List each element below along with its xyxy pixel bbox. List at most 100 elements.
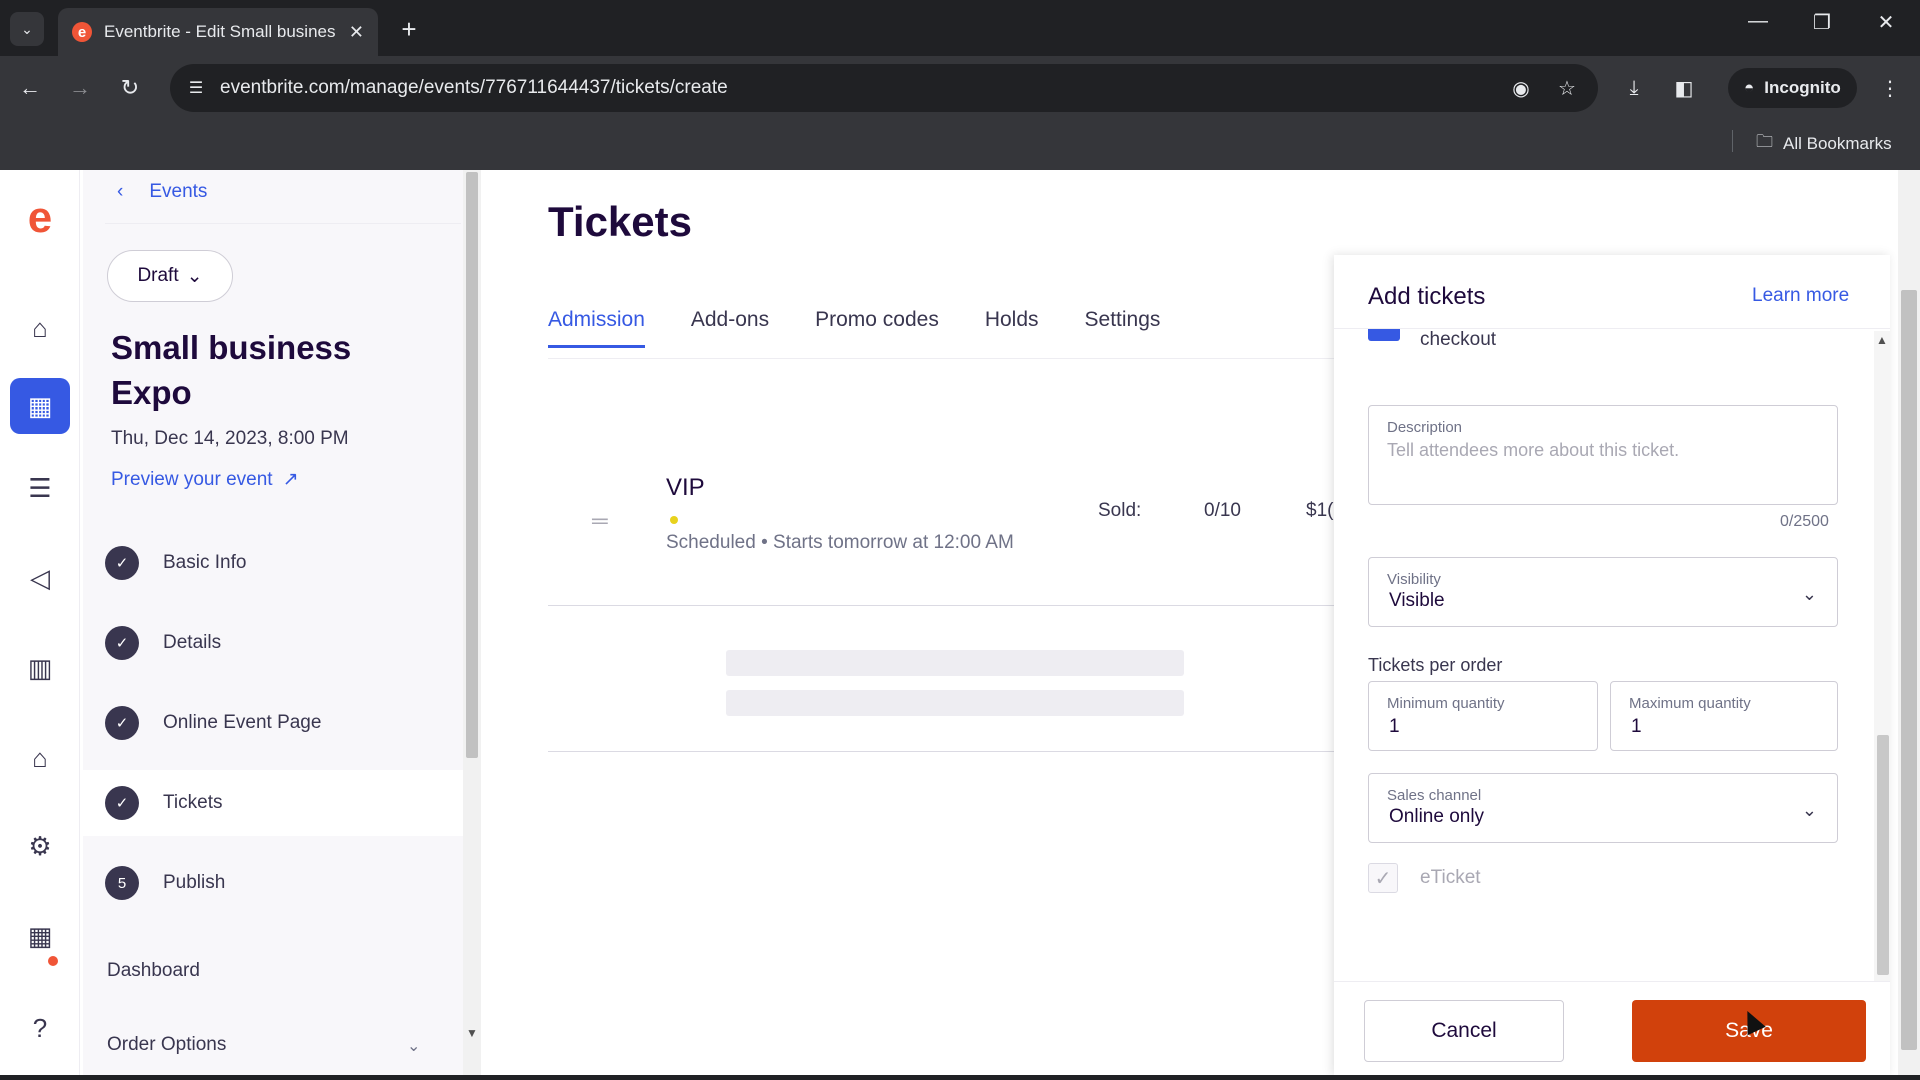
step-label: Publish [163,872,226,893]
minimize-window-icon[interactable]: — [1738,10,1778,33]
browser-toolbar: ← → ↻ ☰ eventbrite.com/manage/events/776… [0,56,1920,120]
url-text: eventbrite.com/manage/events/77671164443… [220,77,728,98]
tickets-per-order-label: Tickets per order [1368,655,1503,675]
eventbrite-logo-icon[interactable]: e [20,196,60,240]
close-tab-icon[interactable]: ✕ [349,22,364,43]
tabs-divider [548,358,1338,359]
orders-list-icon[interactable]: ☰ [10,460,70,516]
sidebar-step-publish[interactable]: 5 Publish [83,850,463,916]
forward-arrow-icon[interactable]: → [62,70,98,106]
close-window-icon[interactable]: ✕ [1866,10,1906,35]
tab-search-button[interactable]: ⌄ [10,12,44,46]
window-bottom-edge [0,1075,1920,1080]
check-circle-icon: ✓ [105,626,139,660]
visibility-select[interactable]: Visibility Visible ⌄ [1368,557,1838,627]
preview-event-link[interactable]: Preview your event ↗ [111,468,299,491]
ticket-status-label: Scheduled [666,532,756,553]
event-sidebar: ‹ Events Draft ⌄ Small business Expo Thu… [83,170,463,1075]
sold-label: Sold: [1098,500,1142,521]
maximum-quantity-label: Maximum quantity [1629,695,1751,712]
eventbrite-favicon-icon: e [72,22,92,42]
help-icon[interactable]: ? [10,1000,70,1056]
eticket-label: eTicket [1420,867,1481,888]
drag-handle-icon[interactable]: ═ [592,508,608,534]
all-bookmarks-button[interactable]: 🗀 All Bookmarks [1756,129,1892,158]
sidebar-step-tickets[interactable]: ✓ Tickets [83,770,463,836]
dashboard-label: Dashboard [107,960,200,981]
bookmarks-bar: 🗀 All Bookmarks [0,120,1920,170]
bookmarks-divider [1732,130,1733,152]
reports-bar-chart-icon[interactable]: ▥ [10,640,70,696]
check-circle-icon: ✓ [105,706,139,740]
status-dot [670,516,678,524]
tab-admission[interactable]: Admission [548,308,645,360]
ticket-start-time: Starts tomorrow at 12:00 AM [773,532,1014,553]
back-to-events-link[interactable]: ‹ Events [117,170,207,214]
site-info-icon[interactable]: ☰ [184,76,208,100]
address-bar[interactable]: ☰ eventbrite.com/manage/events/776711644… [170,64,1598,112]
eticket-checkbox[interactable]: ✓ [1368,863,1398,893]
learn-more-link[interactable]: Learn more [1752,285,1849,307]
incognito-label: Incognito [1764,78,1841,97]
visibility-label: Visibility [1387,571,1441,588]
minimum-quantity-value: 1 [1389,716,1400,737]
calendar-icon[interactable]: ▦ [10,378,70,434]
sidebar-order-options[interactable]: Order Options ⌄ [107,1034,447,1056]
tab-settings[interactable]: Settings [1085,308,1161,360]
tab-promo-codes[interactable]: Promo codes [815,308,939,360]
cancel-button[interactable]: Cancel [1364,1000,1564,1062]
chevron-left-icon: ‹ [117,181,124,202]
browser-tab[interactable]: e Eventbrite - Edit Small busines ✕ [58,8,378,56]
status-dropdown[interactable]: Draft ⌄ [107,250,233,302]
check-circle-icon: ✓ [105,786,139,820]
checkout-toggle[interactable] [1368,329,1400,341]
scroll-down-arrow-icon[interactable]: ▼ [464,1026,480,1040]
sidebar-divider [105,223,461,224]
download-icon[interactable]: ⤓ [1618,70,1650,106]
scroll-up-arrow-icon[interactable]: ▲ [1876,333,1888,347]
reload-icon[interactable]: ↻ [112,70,148,106]
page-scrollbar-thumb[interactable] [1901,290,1917,1050]
sidebar-step-details[interactable]: ✓ Details [83,610,463,676]
ticket-status: Scheduled • Starts tomorrow at 12:00 AM [666,532,1014,554]
bookmark-star-icon[interactable]: ☆ [1554,76,1580,101]
ticket-row[interactable]: ═ VIP Scheduled • Starts tomorrow at 12:… [548,460,1338,606]
loading-row [548,606,1338,752]
description-placeholder: Tell attendees more about this ticket. [1387,440,1680,460]
new-tab-button[interactable]: + [392,12,426,46]
home-icon[interactable]: ⌂ [10,300,70,356]
maximum-quantity-field[interactable]: Maximum quantity 1 [1610,681,1838,751]
events-link-label: Events [149,181,208,202]
incognito-indicator[interactable]: ◓ Incognito [1728,68,1857,108]
sidebar-dashboard-link[interactable]: Dashboard [107,960,200,982]
maximum-quantity-value: 1 [1631,716,1642,737]
apps-grid-icon[interactable]: ▦ [10,908,70,964]
side-panel-icon[interactable]: ◧ [1668,70,1700,106]
tab-holds[interactable]: Holds [985,308,1039,360]
preview-label: Preview your event [111,468,273,490]
sidebar-scrollbar-thumb[interactable] [466,172,478,758]
drawer-header: Add tickets Learn more [1334,255,1890,329]
tracking-protection-eye-icon[interactable]: ◉ [1508,76,1534,101]
marketing-megaphone-icon[interactable]: ◁ [10,550,70,606]
minimum-quantity-field[interactable]: Minimum quantity 1 [1368,681,1598,751]
minimum-quantity-label: Minimum quantity [1387,695,1505,712]
browser-menu-icon[interactable]: ⋮ [1874,70,1906,106]
settings-gear-icon[interactable]: ⚙ [10,818,70,874]
sales-channel-select[interactable]: Sales channel Online only ⌄ [1368,773,1838,843]
chevron-down-icon: ⌄ [407,1038,421,1055]
tab-add-ons[interactable]: Add-ons [691,308,769,360]
sidebar-step-basic-info[interactable]: ✓ Basic Info [83,530,463,596]
back-arrow-icon[interactable]: ← [12,70,48,106]
description-label: Description [1387,419,1463,436]
step-number-circle: 5 [105,866,139,900]
tab-title: Eventbrite - Edit Small busines [104,22,336,41]
restore-window-icon[interactable]: ❐ [1802,10,1842,35]
finance-bank-icon[interactable]: ⌂ [10,730,70,786]
description-field[interactable]: Description Tell attendees more about th… [1368,405,1838,505]
chevron-down-icon: ⌄ [186,265,203,287]
event-date: Thu, Dec 14, 2023, 8:00 PM [111,428,349,449]
description-char-count: 0/2500 [1780,513,1829,530]
drawer-scrollbar-thumb[interactable] [1877,735,1889,975]
sidebar-step-online-event-page[interactable]: ✓ Online Event Page [83,690,463,756]
